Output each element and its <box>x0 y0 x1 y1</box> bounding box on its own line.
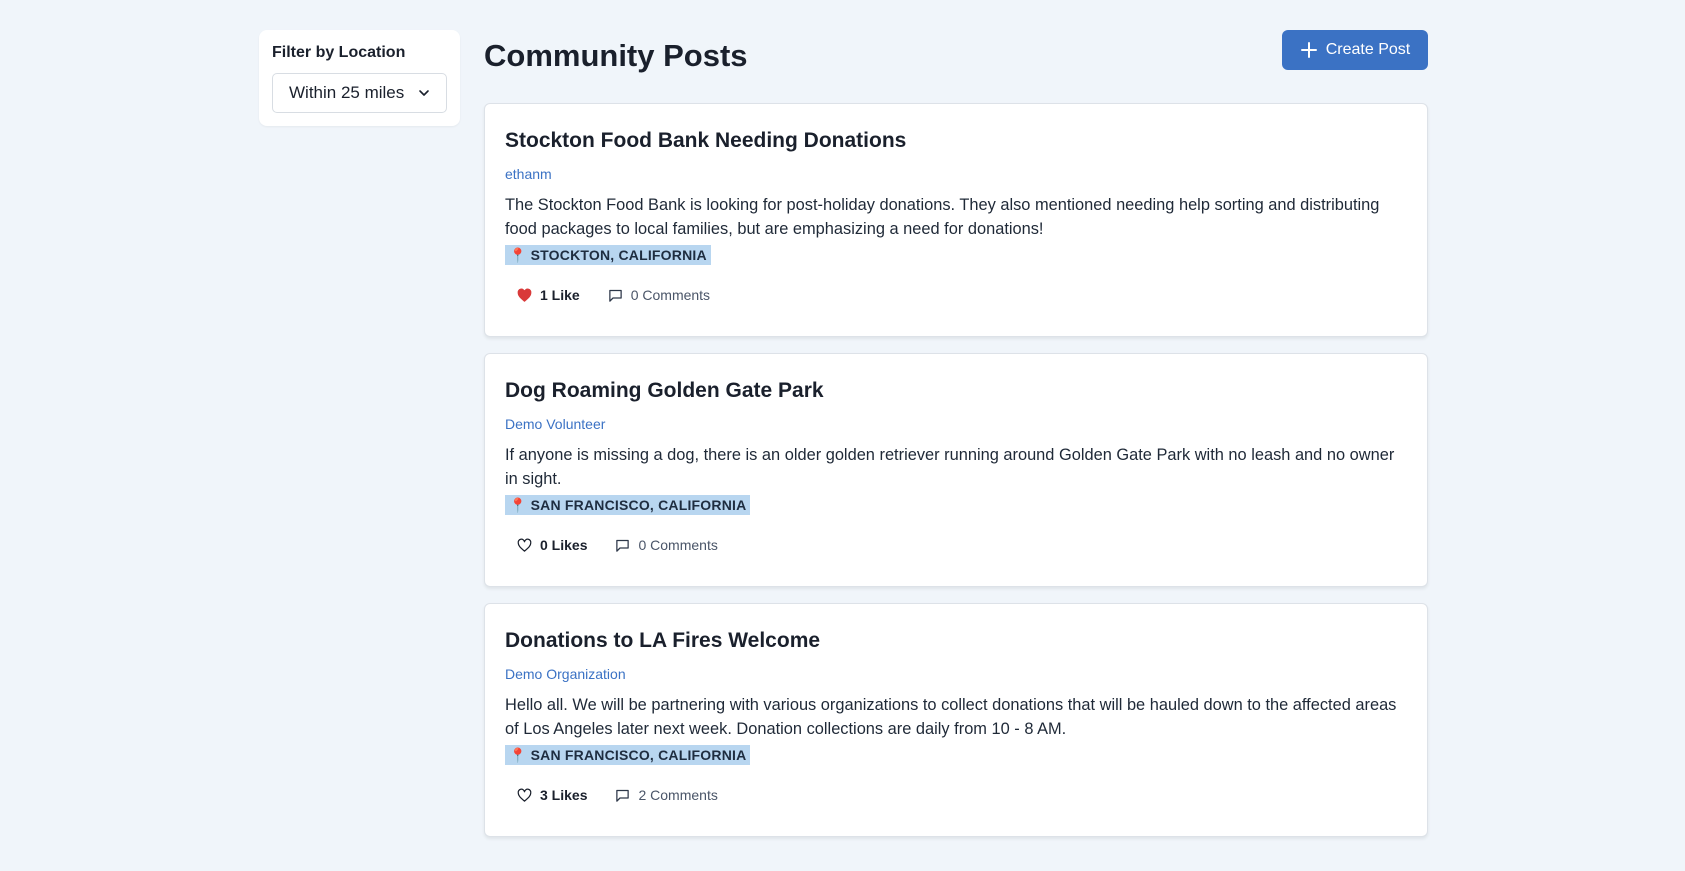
filter-title: Filter by Location <box>272 44 406 61</box>
like-count: 0 Likes <box>540 537 588 553</box>
comment-icon <box>608 289 622 302</box>
like-count: 3 Likes <box>540 787 588 803</box>
create-post-label: Create Post <box>1325 41 1411 58</box>
map-pin-icon: 📍 <box>509 247 527 263</box>
map-pin-icon: 📍 <box>509 497 527 513</box>
post-actions: 0 Likes 0 Comments <box>505 537 1407 553</box>
location-filter-panel: Filter by Location Within 25 miles <box>259 30 460 126</box>
comments-button[interactable]: 0 Comments <box>592 287 726 303</box>
chevron-down-icon <box>419 90 429 96</box>
location-text: STOCKTON, CALIFORNIA <box>530 247 707 263</box>
post-body: Hello all. We will be partnering with va… <box>505 696 1397 738</box>
post-author-link[interactable]: Demo Organization <box>505 665 626 683</box>
location-text: SAN FRANCISCO, CALIFORNIA <box>530 497 747 513</box>
post-author-link[interactable]: ethanm <box>505 165 552 183</box>
heart-icon <box>517 788 532 802</box>
posts-main: Community Posts Create Post Stockton Foo… <box>484 30 1428 853</box>
post-body: The Stockton Food Bank is looking for po… <box>505 196 1380 238</box>
location-badge: 📍 SAN FRANCISCO, CALIFORNIA <box>505 745 751 765</box>
post-title[interactable]: Stockton Food Bank Needing Donations <box>505 127 1407 155</box>
create-post-button[interactable]: Create Post <box>1282 30 1428 70</box>
location-text: SAN FRANCISCO, CALIFORNIA <box>530 747 747 763</box>
distance-select-value: Within 25 miles <box>289 83 405 102</box>
post-body: If anyone is missing a dog, there is an … <box>505 446 1395 488</box>
post-list: Stockton Food Bank Needing Donations eth… <box>484 103 1428 837</box>
comment-icon <box>616 539 630 552</box>
comments-button[interactable]: 0 Comments <box>599 537 733 553</box>
comment-icon <box>616 789 630 802</box>
post-card[interactable]: Dog Roaming Golden Gate Park Demo Volunt… <box>484 353 1428 587</box>
like-button[interactable]: 0 Likes <box>505 537 599 553</box>
map-pin-icon: 📍 <box>509 747 527 763</box>
post-title[interactable]: Donations to LA Fires Welcome <box>505 627 1407 655</box>
location-badge: 📍 STOCKTON, CALIFORNIA <box>505 245 711 265</box>
heart-icon <box>517 288 532 302</box>
comment-count: 0 Comments <box>630 287 711 303</box>
comment-count: 2 Comments <box>638 787 718 803</box>
post-card[interactable]: Stockton Food Bank Needing Donations eth… <box>484 103 1428 337</box>
distance-select[interactable]: Within 25 miles <box>272 73 447 113</box>
post-author-link[interactable]: Demo Volunteer <box>505 415 605 433</box>
post-actions: 1 Like 0 Comments <box>505 287 1407 303</box>
comments-button[interactable]: 2 Comments <box>599 787 733 803</box>
post-actions: 3 Likes 2 Comments <box>505 787 1407 803</box>
location-badge: 📍 SAN FRANCISCO, CALIFORNIA <box>505 495 751 515</box>
post-card[interactable]: Donations to LA Fires Welcome Demo Organ… <box>484 603 1428 837</box>
like-button[interactable]: 1 Like <box>505 287 592 303</box>
comment-count: 0 Comments <box>638 537 718 553</box>
post-title[interactable]: Dog Roaming Golden Gate Park <box>505 377 1407 405</box>
like-count: 1 Like <box>540 287 580 303</box>
plus-icon <box>1300 42 1317 58</box>
page-title: Community Posts <box>484 37 748 73</box>
heart-icon <box>517 538 532 552</box>
page-header: Community Posts Create Post <box>484 30 1428 73</box>
like-button[interactable]: 3 Likes <box>505 787 599 803</box>
